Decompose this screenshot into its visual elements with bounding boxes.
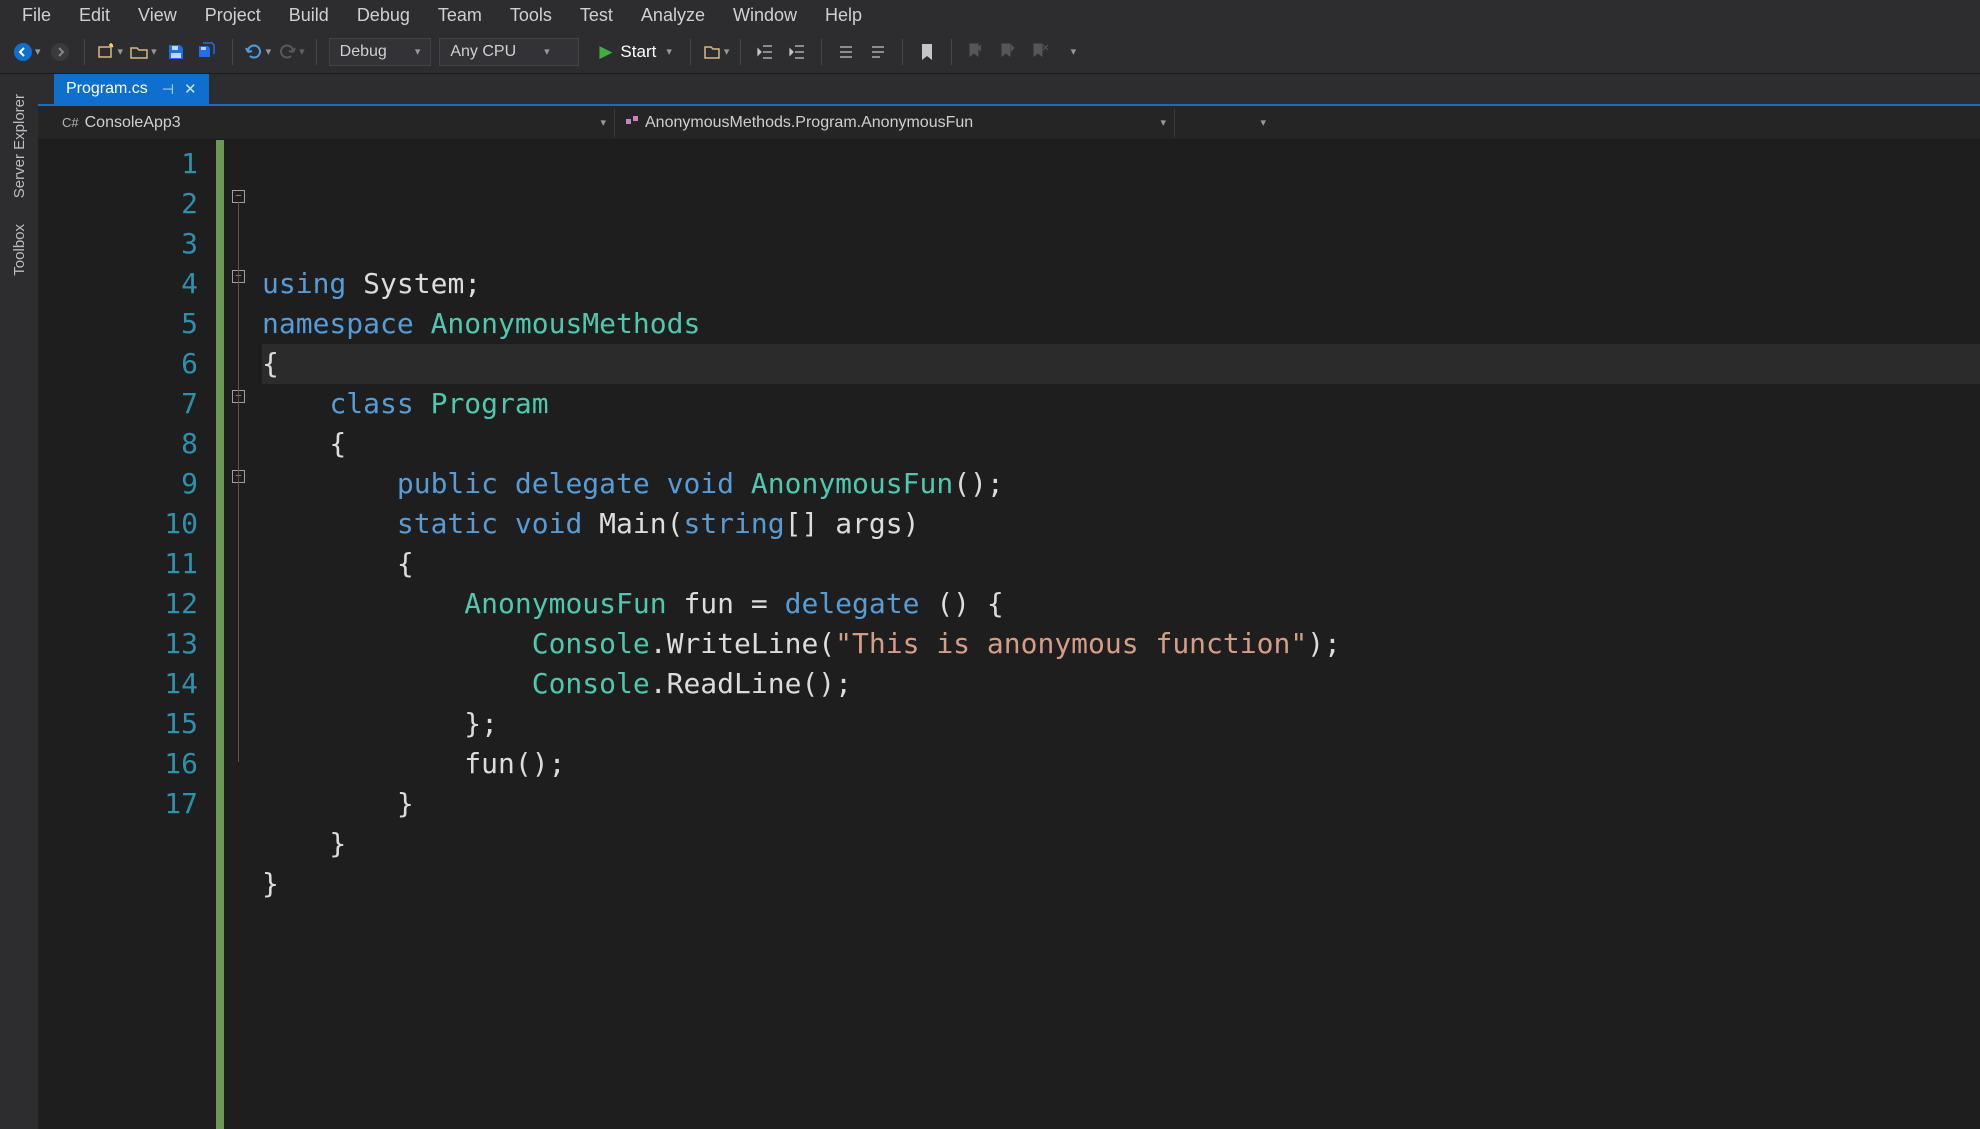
bookmark-prev-button[interactable]: [963, 39, 989, 65]
line-number[interactable]: 17: [94, 784, 198, 824]
csharp-project-icon: C#: [62, 115, 79, 130]
line-number-gutter[interactable]: 1234567891011121314151617: [94, 140, 216, 1129]
menu-build[interactable]: Build: [275, 3, 343, 28]
line-number[interactable]: 10: [94, 504, 198, 544]
save-button[interactable]: [163, 39, 189, 65]
code-line[interactable]: [262, 904, 1980, 944]
line-number[interactable]: 12: [94, 584, 198, 624]
pin-icon[interactable]: ⊣: [162, 81, 174, 98]
code-line[interactable]: fun();: [262, 744, 1980, 784]
menu-tools[interactable]: Tools: [496, 3, 566, 28]
toolbox-tab[interactable]: Toolbox: [8, 214, 31, 286]
line-number[interactable]: 8: [94, 424, 198, 464]
code-line[interactable]: using System;: [262, 264, 1980, 304]
code-line[interactable]: {: [262, 344, 1980, 384]
menu-project[interactable]: Project: [191, 3, 275, 28]
new-project-button[interactable]: ▾: [96, 39, 124, 65]
menu-team[interactable]: Team: [424, 3, 496, 28]
code-line[interactable]: static void Main(string[] args): [262, 504, 1980, 544]
solution-platform-combo[interactable]: Any CPU ▾: [439, 38, 579, 66]
line-number[interactable]: 7: [94, 384, 198, 424]
open-file-button[interactable]: ▾: [129, 39, 157, 65]
toolbar: ▾ ▾ ▾ ▾ ▾ Debug ▾ Any CPU ▾ ▶ Start ▾: [0, 30, 1980, 74]
code-line[interactable]: class Program: [262, 384, 1980, 424]
menu-debug[interactable]: Debug: [343, 3, 424, 28]
line-number[interactable]: 1: [94, 144, 198, 184]
code-line[interactable]: Console.WriteLine("This is anonymous fun…: [262, 624, 1980, 664]
menu-window[interactable]: Window: [719, 3, 811, 28]
line-number[interactable]: 13: [94, 624, 198, 664]
undo-button[interactable]: ▾: [244, 39, 272, 65]
line-number[interactable]: 4: [94, 264, 198, 304]
line-number[interactable]: 14: [94, 664, 198, 704]
code-line[interactable]: };: [262, 704, 1980, 744]
find-in-files-button[interactable]: ▾: [702, 39, 730, 65]
bookmark-toggle-button[interactable]: [914, 39, 940, 65]
project-combo-value: ConsoleApp3: [85, 114, 181, 132]
line-number[interactable]: 5: [94, 304, 198, 344]
menubar: File Edit View Project Build Debug Team …: [0, 0, 1980, 30]
change-indicator: [216, 140, 224, 1129]
comment-button[interactable]: [833, 39, 859, 65]
project-combo[interactable]: C# ConsoleApp3 ▾: [54, 109, 614, 137]
code-line[interactable]: }: [262, 784, 1980, 824]
document-tab-label: Program.cs: [66, 80, 148, 98]
menu-test[interactable]: Test: [566, 3, 627, 28]
side-tray: Server Explorer Toolbox: [0, 74, 38, 1129]
glyph-margin[interactable]: [38, 140, 94, 1129]
menu-analyze[interactable]: Analyze: [627, 3, 719, 28]
solution-configuration-value: Debug: [340, 43, 387, 61]
code-area[interactable]: using System;namespace AnonymousMethods{…: [262, 140, 1980, 1129]
member-combo-value: AnonymousMethods.Program.AnonymousFun: [645, 114, 973, 132]
server-explorer-tab[interactable]: Server Explorer: [8, 84, 31, 208]
chevron-down-icon: ▾: [1260, 116, 1266, 129]
line-number[interactable]: 3: [94, 224, 198, 264]
start-label: Start: [620, 42, 656, 62]
code-line[interactable]: {: [262, 424, 1980, 464]
member-combo[interactable]: AnonymousMethods.Program.AnonymousFun ▾: [614, 109, 1174, 137]
chevron-down-icon: ▾: [1160, 116, 1166, 129]
line-number[interactable]: 2: [94, 184, 198, 224]
line-number[interactable]: 15: [94, 704, 198, 744]
menu-file[interactable]: File: [8, 3, 65, 28]
bookmark-next-button[interactable]: [995, 39, 1021, 65]
outlining-margin[interactable]: [226, 140, 262, 1129]
code-line[interactable]: namespace AnonymousMethods: [262, 304, 1980, 344]
redo-button[interactable]: ▾: [277, 39, 305, 65]
menu-view[interactable]: View: [124, 3, 191, 28]
line-number[interactable]: 6: [94, 344, 198, 384]
line-number[interactable]: 11: [94, 544, 198, 584]
code-editor[interactable]: 1234567891011121314151617 using System;n…: [38, 140, 1980, 1129]
code-line[interactable]: public delegate void AnonymousFun();: [262, 464, 1980, 504]
document-tab-program-cs[interactable]: Program.cs ⊣ ✕: [54, 74, 209, 104]
menu-edit[interactable]: Edit: [65, 3, 124, 28]
code-line[interactable]: {: [262, 544, 1980, 584]
play-icon: ▶: [599, 42, 612, 62]
start-debugging-button[interactable]: ▶ Start ▾: [589, 38, 682, 66]
solution-configuration-combo[interactable]: Debug ▾: [329, 38, 432, 66]
code-line[interactable]: }: [262, 824, 1980, 864]
close-icon[interactable]: ✕: [184, 80, 197, 98]
nav-back-button[interactable]: ▾: [13, 39, 41, 65]
code-line[interactable]: }: [262, 864, 1980, 904]
code-line[interactable]: Console.ReadLine();: [262, 664, 1980, 704]
nav-forward-button[interactable]: [47, 39, 73, 65]
document-tab-row: Program.cs ⊣ ✕: [38, 74, 1980, 106]
indent-button[interactable]: [784, 39, 810, 65]
save-all-button[interactable]: [195, 39, 221, 65]
chevron-down-icon: ▾: [600, 116, 606, 129]
delegate-icon: [625, 114, 639, 131]
solution-platform-value: Any CPU: [450, 43, 516, 61]
outdent-button[interactable]: [752, 39, 778, 65]
code-navigation-bar: C# ConsoleApp3 ▾ AnonymousMethods.Progra…: [38, 106, 1980, 140]
toolbar-overflow-button[interactable]: ▾: [1059, 39, 1085, 65]
line-number[interactable]: 16: [94, 744, 198, 784]
chevron-down-icon: ▾: [724, 45, 730, 58]
bookmark-clear-button[interactable]: [1027, 39, 1053, 65]
uncomment-button[interactable]: [865, 39, 891, 65]
line-number[interactable]: 9: [94, 464, 198, 504]
menu-help[interactable]: Help: [811, 3, 876, 28]
method-combo[interactable]: ▾: [1174, 109, 1274, 137]
code-line[interactable]: AnonymousFun fun = delegate () {: [262, 584, 1980, 624]
